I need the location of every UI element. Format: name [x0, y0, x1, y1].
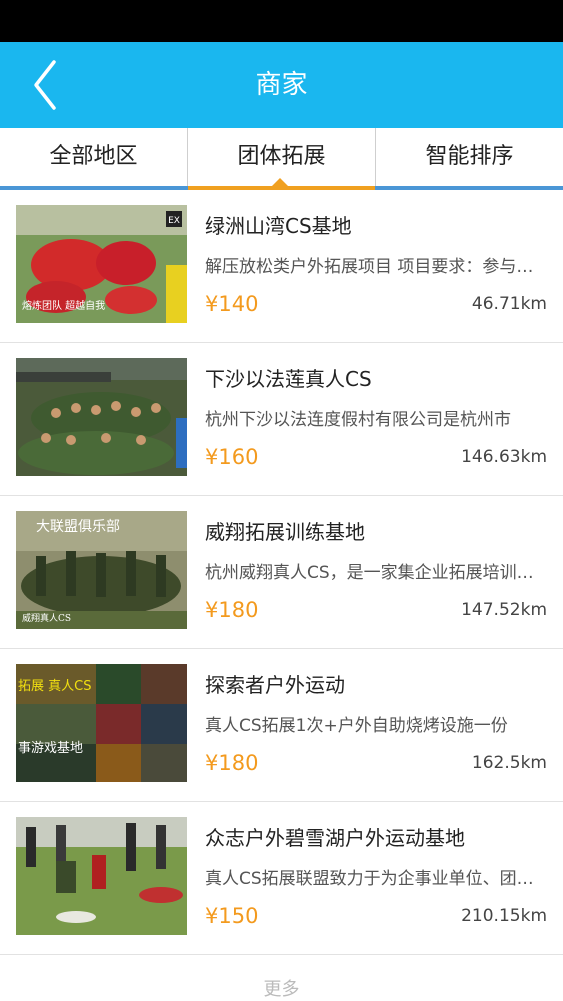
svg-text:熔炼团队 超越自我: 熔炼团队 超越自我	[22, 299, 105, 312]
item-description: 真人CS拓展1次+户外自助烧烤设施一份	[205, 716, 508, 736]
item-distance: 147.52km	[461, 600, 547, 620]
item-title: 威翔拓展训练基地	[205, 520, 365, 544]
svg-text:EX: EX	[168, 216, 180, 226]
item-price: ¥180	[205, 598, 259, 622]
item-distance: 46.71km	[471, 294, 547, 314]
svg-text:事游戏基地: 事游戏基地	[18, 741, 83, 756]
status-bar	[0, 0, 563, 42]
item-price: ¥160	[205, 445, 259, 469]
item-price: ¥140	[205, 292, 259, 316]
item-description: 真人CS拓展联盟致力于为企事业单位、团体提供	[205, 869, 547, 889]
nav-bar: 商家	[0, 42, 563, 128]
item-price: ¥180	[205, 751, 259, 775]
caret-up-icon	[272, 178, 288, 186]
merchant-thumbnail	[16, 817, 187, 935]
svg-text:大联盟俱乐部: 大联盟俱乐部	[36, 519, 120, 535]
list-item[interactable]: 大联盟俱乐部 威翔真人CS 威翔拓展训练基地 杭州威翔真人CS，是一家集企业拓展…	[0, 496, 563, 649]
merchant-thumbnail: 大联盟俱乐部 威翔真人CS	[16, 511, 187, 629]
merchant-thumbnail	[16, 358, 187, 476]
list-item[interactable]: EX 熔炼团队 超越自我 绿洲山湾CS基地 解压放松类户外拓展项目 项目要求：参…	[0, 190, 563, 343]
tab-sort[interactable]: 智能排序	[376, 128, 563, 186]
merchant-list: EX 熔炼团队 超越自我 绿洲山湾CS基地 解压放松类户外拓展项目 项目要求：参…	[0, 190, 563, 955]
tab-region[interactable]: 全部地区	[0, 128, 187, 186]
item-title: 下沙以法莲真人CS	[205, 367, 372, 391]
list-item[interactable]: 下沙以法莲真人CS 杭州下沙以法连度假村有限公司是杭州市 ¥160 146.63…	[0, 343, 563, 496]
load-more-button[interactable]: 更多	[0, 975, 563, 1001]
item-distance: 210.15km	[461, 906, 547, 926]
list-item[interactable]: 拓展 真人CS 事游戏基地 探索者户外运动 真人CS拓展1次+户外自助烧烤设施一…	[0, 649, 563, 802]
svg-text:威翔真人CS: 威翔真人CS	[22, 612, 71, 624]
item-description: 杭州威翔真人CS，是一家集企业拓展培训为一体	[205, 563, 547, 583]
item-price: ¥150	[205, 904, 259, 928]
svg-text:拓展 真人CS: 拓展 真人CS	[18, 679, 91, 694]
page-title: 商家	[255, 70, 308, 100]
item-title: 众志户外碧雪湖户外运动基地	[205, 826, 465, 850]
item-title: 绿洲山湾CS基地	[205, 214, 352, 238]
item-distance: 162.5km	[471, 753, 547, 773]
filter-tabs: 全部地区 团体拓展 智能排序	[0, 128, 563, 190]
item-description: 解压放松类户外拓展项目 项目要求：参与人数：15人以上	[205, 257, 547, 277]
merchant-thumbnail: EX 熔炼团队 超越自我	[16, 205, 187, 323]
item-title: 探索者户外运动	[205, 673, 345, 697]
merchant-thumbnail: 拓展 真人CS 事游戏基地	[16, 664, 187, 782]
item-description: 杭州下沙以法连度假村有限公司是杭州市	[205, 410, 511, 430]
item-distance: 146.63km	[461, 447, 547, 467]
list-item[interactable]: 众志户外碧雪湖户外运动基地 真人CS拓展联盟致力于为企事业单位、团体提供 ¥15…	[0, 802, 563, 955]
